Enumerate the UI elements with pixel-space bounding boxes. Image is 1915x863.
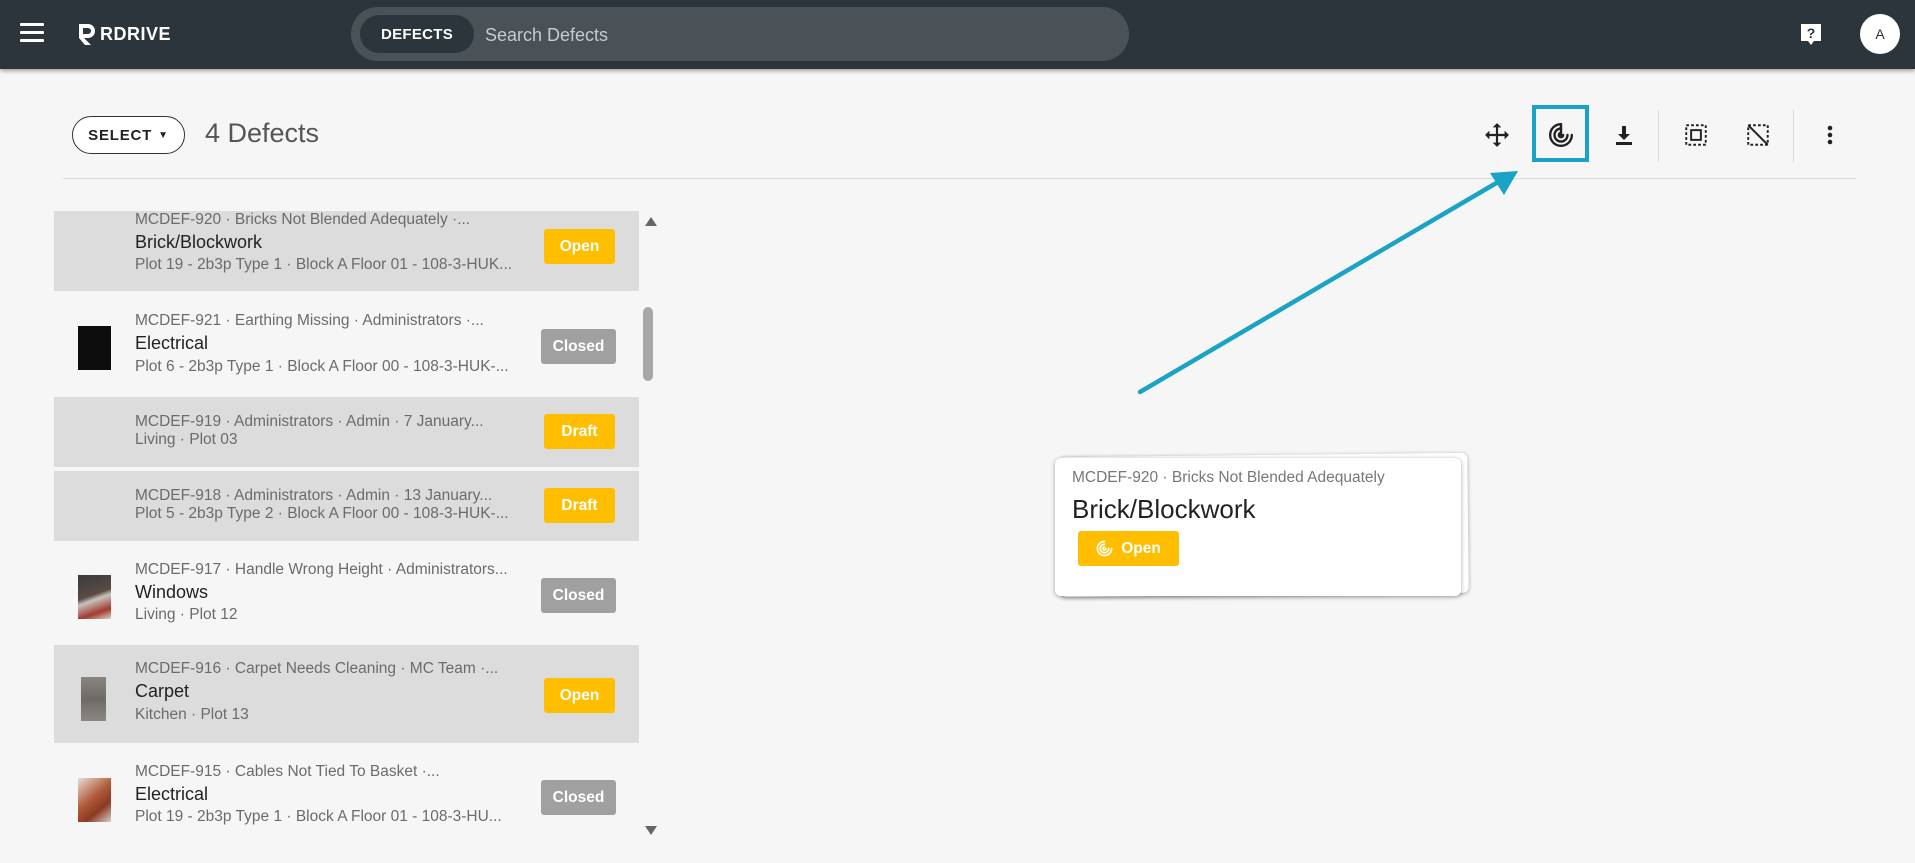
defect-meta: MCDEF-918 · Administrators · Admin · 13 … [135,487,493,504]
scroll-up-arrow-icon[interactable] [645,217,657,226]
list-scrollbar[interactable] [639,211,659,839]
status-badge: Open [544,678,615,713]
card-title: Brick/Blockwork [1072,494,1256,524]
hamburger-menu-icon[interactable] [20,23,44,43]
toolbar-divider [1658,110,1659,162]
search-scope-chip[interactable]: DEFECTS [360,15,474,53]
scroll-down-arrow-icon[interactable] [645,826,657,835]
list-item[interactable]: MCDEF-916 · Carpet Needs Cleaning · MC T… [54,645,639,743]
deselect-area-icon[interactable] [1743,118,1773,152]
list-item[interactable]: MCDEF-917 · Handle Wrong Height · Admini… [54,543,639,643]
highlight-callout-box [1532,105,1589,162]
defect-location: Living · Plot 03 [135,431,238,448]
defect-thumbnail [81,677,106,721]
select-button-label: SELECT [88,126,153,144]
search-bar: DEFECTS [351,7,1129,61]
status-badge: Closed [541,578,616,613]
list-item[interactable]: MCDEF-920 · Bricks Not Blended Adequatel… [54,211,639,291]
defect-location: Plot 19 - 2b3p Type 1 · Block A Floor 01… [135,256,513,273]
defect-title: Windows [135,582,209,602]
defect-location: Plot 19 - 2b3p Type 1 · Block A Floor 01… [135,808,502,825]
status-badge: Closed [541,780,616,815]
defect-meta: MCDEF-919 · Administrators · Admin · 7 J… [135,413,484,430]
app-logo[interactable]: RDRIVE [76,20,171,48]
search-input[interactable] [483,15,1087,55]
defect-meta: MCDEF-921 · Earthing Missing · Administr… [135,312,484,329]
select-dropdown-button[interactable]: SELECT ▼ [72,116,185,154]
header-divider [63,178,1856,179]
defect-thumbnail [78,326,111,370]
defect-thumbnail [78,778,111,822]
status-target-icon [1096,540,1113,557]
top-app-bar: RDRIVE DEFECTS ? A [0,0,1915,69]
status-badge: Draft [544,414,615,449]
defect-location: Kitchen · Plot 13 [135,706,249,723]
defect-thumbnail [78,575,111,619]
defect-meta: MCDEF-915 · Cables Not Tied To Basket ·.… [135,763,440,780]
caret-down-icon: ▼ [158,129,169,141]
scrollbar-thumb[interactable] [643,307,653,381]
logo-text: RDRIVE [100,23,172,44]
defect-title: Electrical [135,333,209,353]
card-status-label: Open [1121,539,1161,557]
defect-location: Living · Plot 12 [135,606,238,623]
defect-meta: MCDEF-920 · Bricks Not Blended Adequatel… [135,211,471,228]
defect-count: 4 Defects [205,118,320,148]
more-vert-icon[interactable] [1815,118,1845,152]
list-item[interactable]: MCDEF-918 · Administrators · Admin · 13 … [54,471,639,541]
defect-location: Plot 6 - 2b3p Type 1 · Block A Floor 00 … [135,358,509,375]
status-badge: Open [544,229,615,264]
svg-text:?: ? [1807,25,1816,41]
list-item[interactable]: MCDEF-921 · Earthing Missing · Administr… [54,297,639,395]
list-item[interactable]: MCDEF-919 · Administrators · Admin · 7 J… [54,397,639,467]
defect-meta: MCDEF-916 · Carpet Needs Cleaning · MC T… [135,660,499,677]
select-area-icon[interactable] [1681,118,1711,152]
card-status-badge: Open [1078,531,1179,566]
status-badge: Closed [541,329,616,364]
download-icon[interactable] [1609,118,1639,152]
logo-mark-icon [79,24,95,45]
status-badge: Draft [544,488,615,523]
defect-meta: MCDEF-917 · Handle Wrong Height · Admini… [135,561,508,578]
defect-location: Plot 5 - 2b3p Type 2 · Block A Floor 00 … [135,505,509,522]
toolbar-divider [1793,110,1794,162]
user-avatar[interactable]: A [1860,14,1900,54]
defect-title: Electrical [135,784,209,804]
list-item[interactable]: MCDEF-915 · Cables Not Tied To Basket ·.… [54,745,639,839]
card-meta: MCDEF-920 · Bricks Not Blended Adequatel… [1072,469,1385,486]
help-icon[interactable]: ? [1799,22,1823,46]
defect-title: Brick/Blockwork [135,232,263,252]
annotation-arrow [1137,171,1518,395]
defect-title: Carpet [135,681,190,701]
move-icon[interactable] [1482,118,1512,152]
map-defect-card[interactable]: MCDEF-920 · Bricks Not Blended Adequatel… [1055,458,1461,596]
defect-list[interactable]: MCDEF-920 · Bricks Not Blended Adequatel… [54,211,639,839]
